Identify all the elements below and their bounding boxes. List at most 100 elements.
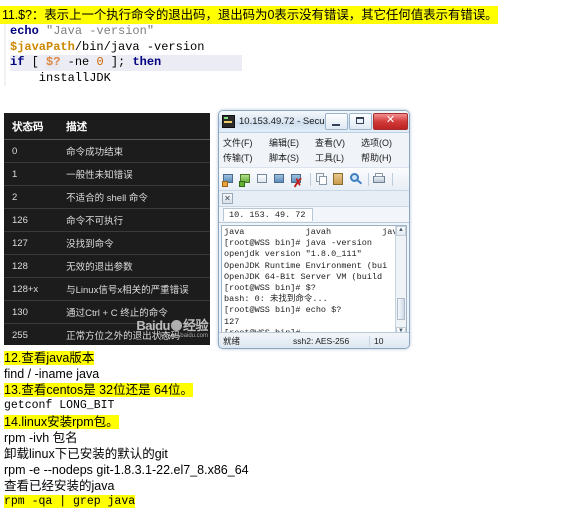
note-text: 12.查看java版本 — [4, 351, 95, 365]
code-token: -ne — [60, 55, 97, 69]
notes-section: 12.查看java版本 find / -iname java 13.查看centos… — [4, 350, 424, 510]
toolbar-separator-2 — [368, 172, 369, 186]
cell-description: 正常方位之外的退出状态码 — [66, 331, 181, 342]
cell-description: 无效的退出参数 — [52, 254, 210, 278]
note-text: rpm -qa | grep java — [4, 495, 136, 508]
session-manager-icon[interactable] — [256, 172, 271, 187]
note-text: getconf LONG_BIT — [4, 399, 115, 412]
status-bar: 就绪 ssh2: AES-256 10 — [219, 332, 409, 348]
cell-description: 命令不可执行 — [52, 208, 210, 232]
note-line-7: 卸载linux下已安装的默认的git — [4, 446, 424, 462]
table-row: 130 通过Ctrl + C 终止的命令 — [4, 300, 210, 324]
copy-icon[interactable] — [314, 172, 329, 187]
note-line-6: rpm -ivh 包名 — [4, 430, 424, 446]
terminal-output: java javah java [root@WSS bin]# java -ve… — [224, 227, 403, 337]
clone-session-icon[interactable] — [273, 172, 288, 187]
status-table-element: 状态码 描述 0 命令成功结束 1 一般性未知错误 2 不适合的 shell 命令 126 命… — [4, 113, 210, 345]
note-text: 14.linux安装rpm包。 — [4, 415, 119, 429]
status-rows: 10 — [369, 335, 408, 346]
code-token: $javaPath — [10, 39, 75, 54]
cell-status-code: 0 — [4, 139, 53, 163]
find-icon[interactable] — [348, 172, 363, 187]
menu-item-文件f[interactable]: 文件(F) — [223, 135, 269, 150]
status-table-header-row: 状态码 描述 — [4, 113, 210, 140]
menu-bar[interactable]: 文件(F) 编辑(E) 查看(V) 选项(O) 传输(T) 脚本(S) 工具(L) 帮助(H… — [219, 133, 409, 168]
code-token: /bin/java -version — [74, 39, 205, 54]
note-line-4: getconf LONG_BIT — [4, 398, 424, 414]
heading-row: 11.$?：表示上一个执行命令的退出码，退出码为0表示没有错误，其它任何值表示有… — [0, 6, 575, 24]
note-line-10: rpm -qa | grep java — [4, 494, 424, 510]
note-text: find / -iname java — [4, 367, 100, 381]
table-row: 128+x 与Linux信号x相关的严重错误 — [4, 277, 210, 301]
window-titlebar[interactable]: 10.153.49.72 - Secu... ✕ — [219, 111, 409, 133]
cell-description: 没找到命令 — [52, 231, 210, 255]
session-tab-row[interactable]: 10. 153. 49. 72 — [219, 207, 409, 223]
window-title: 10.153.49.72 - Secu... — [239, 116, 324, 127]
header-status-code: 状态码 — [4, 113, 53, 140]
note-line-8: rpm -e --nodeps git-1.8.3.1-22.el7_8.x86… — [4, 462, 424, 478]
code-token: ]; — [103, 55, 133, 69]
status-table-head: 状态码 描述 — [4, 113, 210, 140]
disconnect-icon[interactable]: ✗ — [290, 172, 305, 189]
cell-status-code: 127 — [4, 231, 53, 255]
note-text: 卸载linux下已安装的默认的git — [4, 447, 168, 461]
terminal-scrollbar[interactable]: ▲ ▼ — [395, 226, 406, 337]
menu-item-传输t[interactable]: 传输(T) — [223, 150, 269, 165]
cell-description: 不适合的 shell 命令 — [52, 185, 210, 209]
connect-icon[interactable] — [222, 172, 237, 187]
print-icon[interactable] — [372, 172, 387, 187]
table-row: 1 一般性未知错误 — [4, 162, 210, 186]
menu-item-工具l[interactable]: 工具(L) — [315, 150, 361, 165]
menu-item-编辑e[interactable]: 编辑(E) — [269, 135, 315, 150]
tab-close-icon[interactable]: ✕ — [222, 193, 233, 204]
table-row: 127 没找到命令 — [4, 231, 210, 255]
code-line-3: if [ $? -ne 0 ]; then — [10, 55, 242, 71]
cell-status-code: 1 — [4, 162, 53, 186]
cell-description: 通过Ctrl + C 终止的命令 — [52, 300, 210, 324]
close-button[interactable]: ✕ — [373, 113, 408, 130]
code-token: if — [10, 55, 25, 69]
note-text: rpm -e --nodeps git-1.8.3.1-22.el7_8.x86… — [4, 463, 249, 477]
table-row: 255 正常方位之外的退出状态码 — [4, 324, 210, 346]
code-line-2: $javaPath/bin/java -version — [10, 40, 242, 56]
paste-icon[interactable] — [331, 172, 346, 187]
menu-row-secondary: 传输(T) 脚本(S) 工具(L) 帮助(H) — [223, 150, 409, 165]
session-tab[interactable]: 10. 153. 49. 72 — [223, 208, 313, 221]
status-table-body: 0 命令成功结束 1 一般性未知错误 2 不适合的 shell 命令 126 命令不可执行 12… — [4, 139, 210, 346]
quick-connect-icon[interactable] — [239, 172, 254, 187]
menu-item-查看v[interactable]: 查看(V) — [315, 135, 361, 150]
note-line-9: 查看已经安装的java — [4, 478, 424, 494]
cell-status-code: 126 — [4, 208, 53, 232]
code-line-4: installJDK — [10, 71, 242, 87]
table-row: 2 不适合的 shell 命令 — [4, 185, 210, 209]
menu-item-帮助h[interactable]: 帮助(H) — [361, 150, 407, 165]
note-text: rpm -ivh 包名 — [4, 431, 78, 445]
note-line-1: 12.查看java版本 — [4, 350, 424, 366]
page-heading: 11.$?：表示上一个执行命令的退出码，退出码为0表示没有错误，其它任何值表示有… — [0, 6, 498, 24]
cell-status-code: 128 — [4, 254, 53, 278]
terminal-screen[interactable]: java javah java [root@WSS bin]# java -ve… — [221, 225, 407, 338]
cell-description: 与Linux信号x相关的严重错误 — [52, 277, 210, 301]
code-token: then — [132, 55, 162, 69]
toolbar-separator-1 — [310, 172, 311, 186]
shell-code-block: echo "Java -version" $javaPath/bin/java -… — [4, 24, 242, 86]
exit-status-code-table: 状态码 描述 0 命令成功结束 1 一般性未知错误 2 不适合的 shell 命令 126 命… — [4, 113, 210, 345]
menu-item-选项o[interactable]: 选项(O) — [361, 135, 407, 150]
cell-status-code: 2 — [4, 185, 53, 209]
menu-item-脚本s[interactable]: 脚本(S) — [269, 150, 315, 165]
note-line-2: find / -iname java — [4, 366, 424, 382]
scrollbar-thumb[interactable] — [397, 298, 405, 320]
cell-status-code: 130 — [4, 300, 53, 324]
minimize-button[interactable] — [325, 113, 348, 130]
status-ready: 就绪 — [223, 335, 241, 346]
scroll-up-icon[interactable]: ▲ — [396, 226, 406, 236]
toolbar[interactable]: ✗ — [219, 168, 409, 191]
securecrt-window[interactable]: 10.153.49.72 - Secu... ✕ 文件(F) 编辑(E) 查看(V)… — [218, 110, 410, 349]
menu-row-primary: 文件(F) 编辑(E) 查看(V) 选项(O) — [223, 135, 409, 150]
maximize-button[interactable] — [349, 113, 372, 130]
table-row: 0 命令成功结束 — [4, 139, 210, 163]
toolbar-separator-3 — [392, 172, 393, 186]
tab-strip[interactable]: ✕ — [219, 191, 409, 207]
code-token: "Java -version" — [46, 24, 155, 38]
code-token: installJDK — [10, 70, 111, 85]
